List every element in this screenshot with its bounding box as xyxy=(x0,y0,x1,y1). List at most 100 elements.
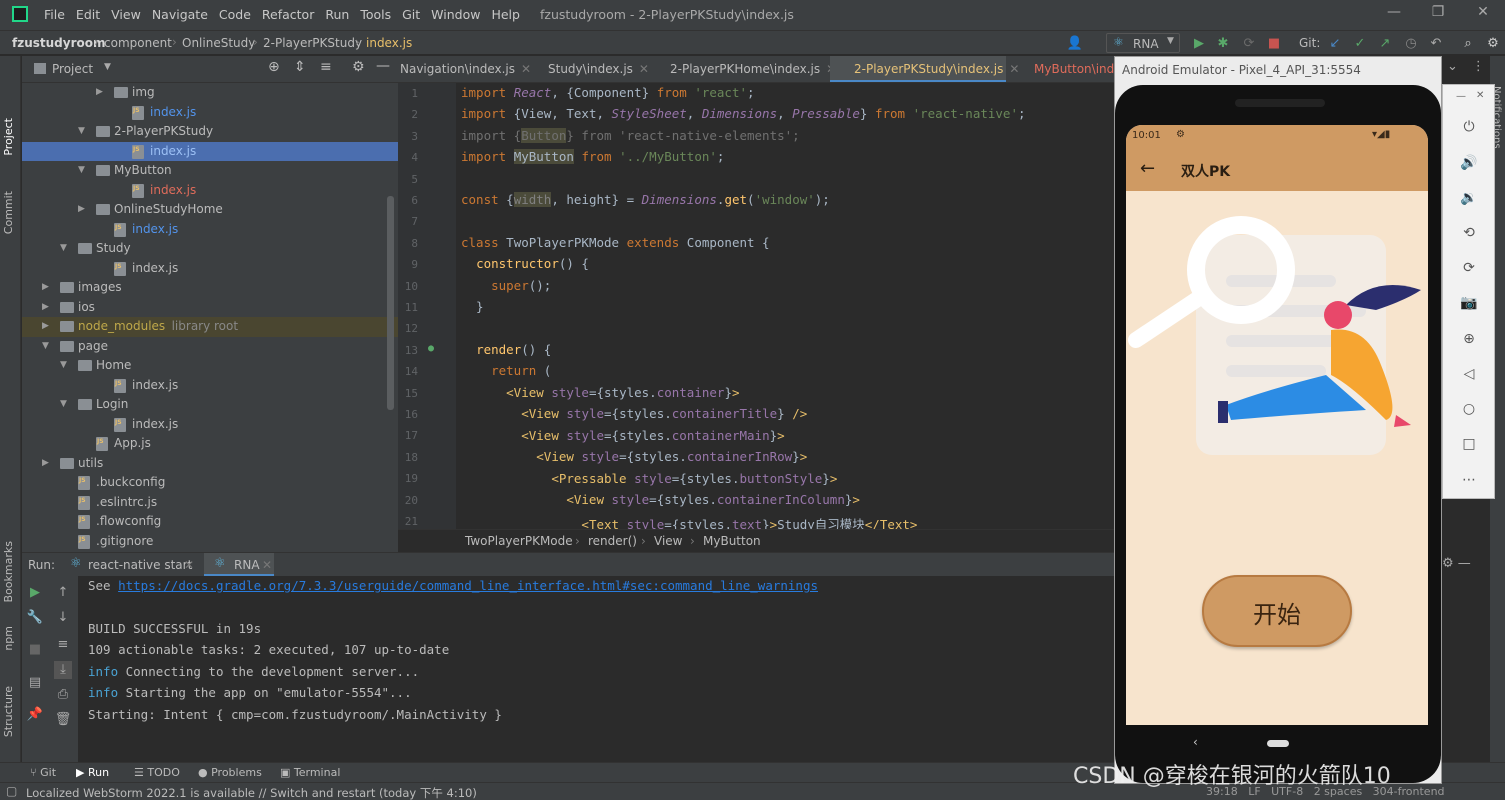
chevron-down-icon[interactable]: ▼ xyxy=(60,239,67,258)
tab-project[interactable]: Project xyxy=(2,118,15,156)
git-push-icon[interactable]: ↗ xyxy=(1376,35,1394,53)
tree-folder[interactable]: ▼ 2-PlayerPKStudy xyxy=(22,122,398,142)
tab-navigation-index[interactable]: Navigation\index.js ✕ xyxy=(398,56,531,82)
tool-tab-problems[interactable]: ● Problems xyxy=(198,766,262,779)
layout-icon[interactable]: ▤ xyxy=(26,674,44,692)
tab-npm[interactable]: npm xyxy=(2,626,15,651)
editor-more-icon[interactable]: ⌄ ⋮ xyxy=(1444,59,1488,79)
breadcrumb-mybutton[interactable]: MyButton xyxy=(703,534,761,548)
project-panel-title[interactable]: Project xyxy=(52,62,93,76)
search-icon[interactable]: ⌕ xyxy=(1459,35,1477,53)
gear-icon[interactable]: ⚙ xyxy=(352,59,365,75)
menu-item-file[interactable]: File xyxy=(44,7,65,22)
android-home-icon[interactable] xyxy=(1267,740,1289,747)
close-icon[interactable]: ✕ xyxy=(1473,4,1493,24)
locate-icon[interactable]: ⊕ xyxy=(268,59,280,75)
chevron-right-icon[interactable]: ▶ xyxy=(42,278,49,297)
zoom-icon[interactable]: ⊕ xyxy=(1459,329,1479,349)
user-icon[interactable]: 👤 xyxy=(1066,35,1084,53)
settings-icon[interactable]: ⚙ xyxy=(1484,35,1502,53)
phone-screen[interactable]: 10:01 ⚙ ▾◢▮ ← 双人PK 开始 xyxy=(1126,125,1428,725)
wrench-icon[interactable]: 🔧 xyxy=(26,609,44,627)
hide-icon[interactable]: — xyxy=(376,58,390,74)
chevron-right-icon[interactable]: ▶ xyxy=(42,298,49,317)
tree-file[interactable]: .gitignore xyxy=(22,530,398,552)
tool-tab-run[interactable]: ▶ Run xyxy=(76,766,109,779)
git-commit-icon[interactable]: ✓ xyxy=(1351,35,1369,53)
status-message[interactable]: Localized WebStorm 2022.1 is available /… xyxy=(26,785,477,800)
tool-tab-todo[interactable]: ☰ TODO xyxy=(134,766,180,779)
overview-icon[interactable]: □ xyxy=(1459,434,1479,454)
breadcrumb-playerpkstudy[interactable]: 2-PlayerPKStudy xyxy=(263,36,362,50)
trash-icon[interactable]: 🗑 xyxy=(54,711,72,729)
soft-wrap-icon[interactable]: ≡ xyxy=(54,636,72,654)
tree-folder[interactable]: ▼ Study xyxy=(22,239,398,259)
chevron-down-icon[interactable]: ▼ xyxy=(104,62,111,72)
chevron-right-icon[interactable]: ▶ xyxy=(42,317,49,336)
back-arrow-icon[interactable]: ← xyxy=(1140,158,1155,179)
tree-file[interactable]: index.js xyxy=(22,140,398,161)
tree-folder[interactable]: ▶ ios xyxy=(22,298,398,318)
breadcrumb-view[interactable]: View xyxy=(654,534,682,548)
tree-folder[interactable]: ▶ OnlineStudyHome xyxy=(22,200,398,220)
run-icon[interactable]: ▶ xyxy=(1190,35,1208,53)
volume-up-icon[interactable]: 🔊 xyxy=(1459,153,1479,173)
tree-folder[interactable]: ▶ img xyxy=(22,83,398,103)
print-icon[interactable]: ⎙ xyxy=(54,686,72,704)
run-console[interactable]: See https://docs.gradle.org/7.3.3/usergu… xyxy=(78,576,1114,762)
tree-folder[interactable]: ▼ Login xyxy=(22,395,398,415)
scroll-to-end-icon[interactable]: ⤓ xyxy=(54,661,72,679)
down-icon[interactable]: ↓ xyxy=(54,609,72,627)
gradle-link[interactable]: https://docs.gradle.org/7.3.3/userguide/… xyxy=(118,578,818,593)
tab-study-index[interactable]: Study\index.js ✕ xyxy=(522,56,649,82)
rollback-icon[interactable]: ↶ xyxy=(1427,35,1445,53)
run-tab-rna[interactable]: ⚛ RNA ✕ xyxy=(204,553,274,577)
pin-icon[interactable]: 📌 xyxy=(26,706,44,724)
run-config-select[interactable]: ⚛ RNA ▼ xyxy=(1106,33,1180,53)
close-icon[interactable]: ✕ xyxy=(1476,90,1484,101)
tab-mybutton-index[interactable]: MyButton\inde xyxy=(1012,56,1114,82)
tab-structure[interactable]: Structure xyxy=(2,686,15,737)
breadcrumb-onlinestudy[interactable]: OnlineStudy xyxy=(182,36,255,50)
tree-folder[interactable]: ▶ images xyxy=(22,278,398,298)
debug-icon[interactable]: ✱ xyxy=(1214,35,1232,53)
back-icon[interactable]: ◁ xyxy=(1459,364,1479,384)
git-history-icon[interactable]: ◷ xyxy=(1402,35,1420,53)
minimize-icon[interactable]: — xyxy=(1456,91,1466,102)
menu-item-edit[interactable]: Edit xyxy=(76,7,100,22)
minimize-icon[interactable]: — xyxy=(1384,4,1404,24)
menu-item-help[interactable]: Help xyxy=(491,7,520,22)
tab-playerpkhome-index[interactable]: 2-PlayerPKHome\index.js✕ xyxy=(650,56,836,82)
menu-item-run[interactable]: Run xyxy=(325,7,349,22)
chevron-down-icon[interactable]: ▼ xyxy=(78,161,85,180)
menu-item-window[interactable]: Window xyxy=(431,7,480,22)
chevron-right-icon[interactable]: ▶ xyxy=(78,200,85,219)
tree-file[interactable]: index.js xyxy=(22,179,398,201)
tab-commit[interactable]: Commit xyxy=(2,191,15,234)
menu-item-tools[interactable]: Tools xyxy=(360,7,391,22)
breadcrumb-file[interactable]: index.js xyxy=(366,36,412,50)
up-icon[interactable]: ↑ xyxy=(54,584,72,602)
tab-playerpkstudy-index[interactable]: 2-PlayerPKStudy\index.js ✕ xyxy=(830,56,1019,82)
tool-tab-terminal[interactable]: ▣ Terminal xyxy=(280,766,340,779)
run-tab-react-native-start[interactable]: react-native start xyxy=(88,558,192,572)
menu-item-view[interactable]: View xyxy=(111,7,141,22)
tree-file[interactable]: App.js xyxy=(22,432,398,454)
camera-icon[interactable]: 📷 xyxy=(1459,293,1479,313)
stop-icon[interactable]: ■ xyxy=(26,641,44,659)
rotate-right-icon[interactable]: ⟳ xyxy=(1459,258,1479,278)
code-editor[interactable]: import React, {Component} from 'react'; … xyxy=(456,83,1114,529)
tree-scrollbar[interactable] xyxy=(387,196,394,410)
tree-folder[interactable]: ▶ node_modules library root xyxy=(22,317,398,337)
breadcrumb-component[interactable]: component xyxy=(104,36,172,50)
run-settings-icon[interactable]: ⚙ — xyxy=(1442,556,1471,571)
rotate-left-icon[interactable]: ⟲ xyxy=(1459,223,1479,243)
chevron-down-icon[interactable]: ▼ xyxy=(42,337,49,356)
power-icon[interactable]: ⏻ xyxy=(1459,117,1479,137)
more-icon[interactable]: ⋯ xyxy=(1459,470,1479,490)
tree-folder[interactable]: ▼ page xyxy=(22,337,398,357)
maximize-icon[interactable]: ❐ xyxy=(1428,4,1448,24)
menu-item-code[interactable]: Code xyxy=(219,7,251,22)
rerun-icon[interactable]: ▶ xyxy=(26,584,44,602)
menu-item-refactor[interactable]: Refactor xyxy=(262,7,314,22)
